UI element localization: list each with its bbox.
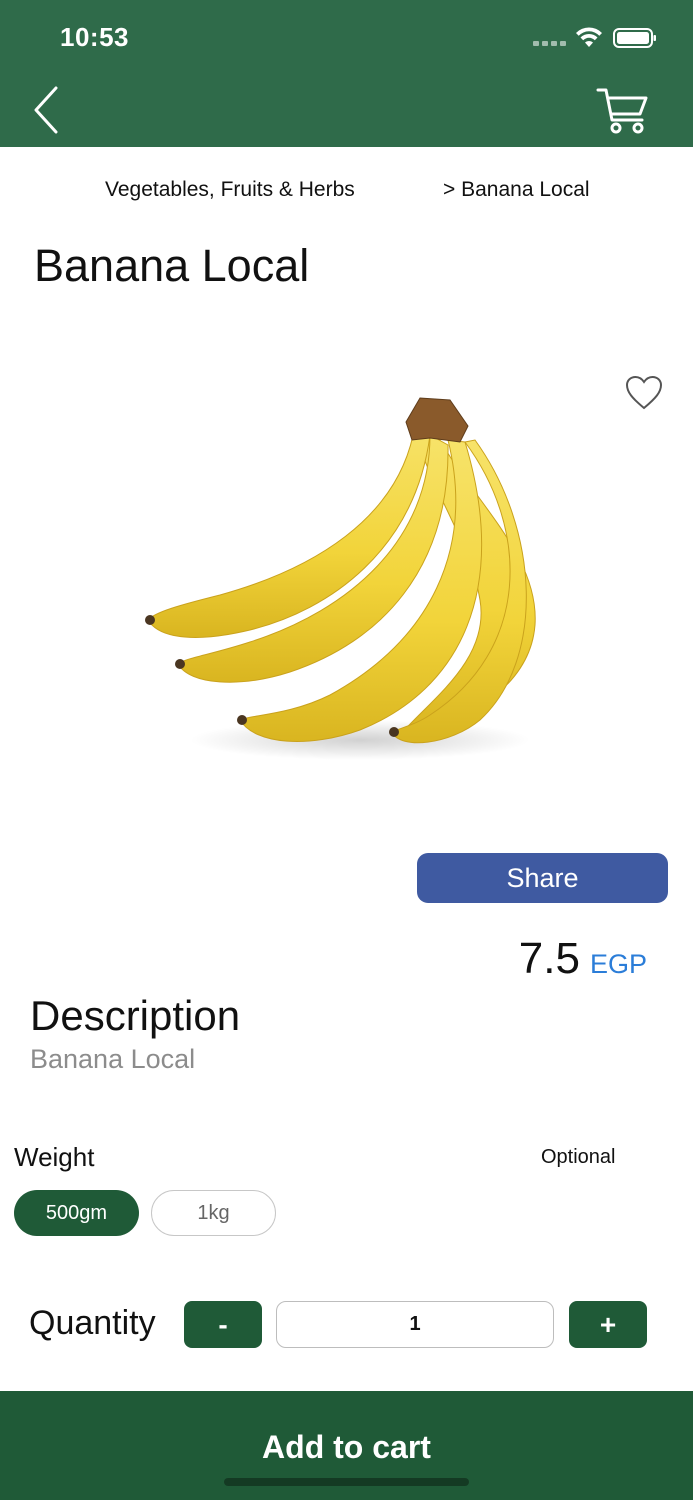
breadcrumb-category[interactable]: Vegetables, Fruits & Herbs [105, 178, 355, 202]
price-currency: EGP [589, 949, 647, 979]
banana-bunch-image [145, 397, 536, 760]
breadcrumb-current: > Banana Local [443, 178, 590, 201]
chevron-left-icon [34, 86, 58, 134]
share-button[interactable]: Share [417, 853, 668, 903]
description-heading: Description [30, 992, 241, 1039]
quantity-label: Quantity [29, 1304, 156, 1342]
status-time: 10:53 [60, 22, 129, 52]
heart-outline-icon [625, 375, 663, 410]
quantity-input[interactable] [276, 1301, 554, 1348]
weight-option-500gm[interactable]: 500gm [14, 1190, 139, 1236]
home-indicator [224, 1478, 469, 1486]
battery-icon [613, 28, 656, 48]
quantity-decrease-button[interactable]: - [184, 1301, 262, 1348]
favorite-button[interactable] [624, 374, 664, 412]
product-title: Banana Local [34, 240, 310, 291]
weight-label: Weight [14, 1142, 95, 1172]
optional-label: Optional [541, 1146, 616, 1168]
quantity-increase-button[interactable]: + [569, 1301, 647, 1348]
price-value: 7.5 [518, 934, 580, 983]
price: 7.5 EGP [519, 934, 647, 984]
weight-option-1kg[interactable]: 1kg [151, 1190, 276, 1236]
description-text: Banana Local [30, 1044, 196, 1074]
wifi-icon [576, 27, 602, 47]
shopping-cart-icon [596, 88, 648, 134]
app-header: 10:53 [0, 0, 693, 147]
cart-button[interactable] [594, 82, 652, 138]
back-button[interactable] [26, 82, 70, 138]
cellular-signal-icon [533, 41, 566, 46]
